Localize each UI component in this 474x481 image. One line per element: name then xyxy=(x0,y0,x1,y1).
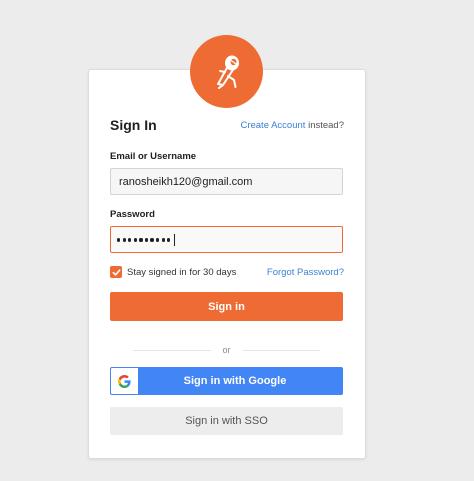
google-signin-label: Sign in with Google xyxy=(183,375,287,387)
or-divider: or xyxy=(133,344,321,356)
email-label: Email or Username xyxy=(110,151,197,162)
postman-logo-icon xyxy=(190,35,263,108)
password-dot xyxy=(117,238,121,242)
divider-line-right xyxy=(242,349,321,351)
remember-checkbox[interactable] xyxy=(110,266,122,278)
divider-text: or xyxy=(222,345,231,355)
password-dot xyxy=(128,238,132,242)
password-dot xyxy=(150,238,154,242)
password-label: Password xyxy=(110,209,155,220)
sign-in-button[interactable]: Sign in xyxy=(110,292,343,321)
remember-row: Stay signed in for 30 days Forgot Passwo… xyxy=(110,265,344,279)
remember-group: Stay signed in for 30 days xyxy=(110,266,236,278)
checkmark-icon xyxy=(112,268,120,276)
create-account-link[interactable]: Create Account xyxy=(240,120,305,131)
google-signin-button[interactable]: Sign in with Google xyxy=(110,367,343,395)
password-dot xyxy=(122,238,126,242)
page-title: Sign In xyxy=(110,117,157,133)
remember-label: Stay signed in for 30 days xyxy=(127,266,237,278)
password-dot xyxy=(144,238,149,242)
login-page: Sign In Create Account instead? Email or… xyxy=(0,0,474,481)
google-icon-box xyxy=(111,368,138,394)
password-mask xyxy=(117,233,175,247)
forgot-password-link[interactable]: Forgot Password? xyxy=(267,267,344,278)
google-g-icon xyxy=(118,374,131,388)
password-dot xyxy=(167,238,171,242)
text-caret xyxy=(173,234,175,246)
sso-signin-button[interactable]: Sign in with SSO xyxy=(110,407,343,435)
password-dot xyxy=(139,238,143,242)
password-dot xyxy=(156,238,160,242)
password-dot xyxy=(133,238,137,242)
create-account-prompt: Create Account instead? xyxy=(240,120,344,131)
password-dot xyxy=(161,238,165,242)
astronaut-icon xyxy=(216,55,239,89)
divider-line-left xyxy=(133,349,211,351)
signin-header: Sign In Create Account instead? xyxy=(110,116,344,134)
email-field[interactable] xyxy=(110,168,343,195)
create-account-suffix: instead? xyxy=(305,119,344,131)
